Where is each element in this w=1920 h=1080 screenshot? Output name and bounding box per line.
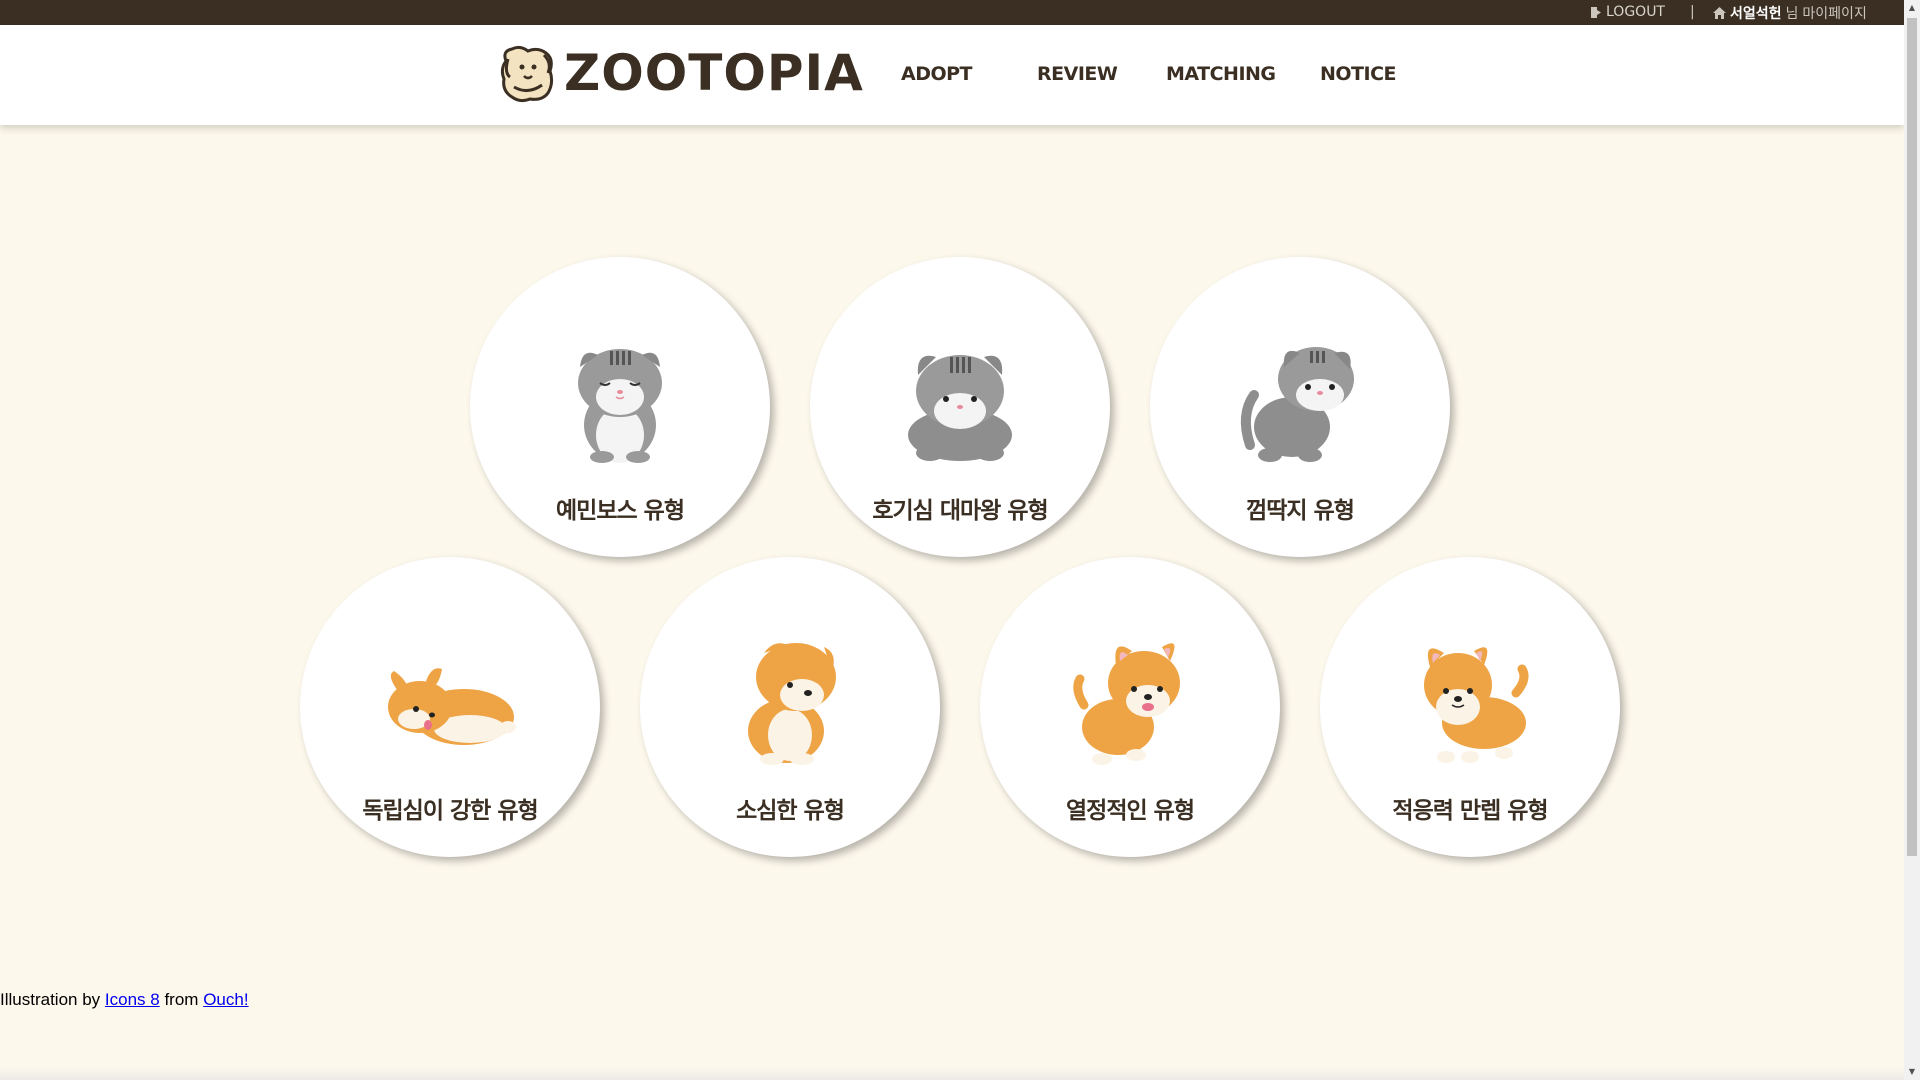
username: 서얼석헌 xyxy=(1730,6,1782,22)
type-card-sensitive-boss[interactable]: 예민보스 유형 xyxy=(470,257,770,557)
type-label: 껌딱지 유형 xyxy=(1246,498,1355,524)
logout-icon xyxy=(1591,6,1601,18)
logo[interactable]: ZOOTOPIA xyxy=(498,43,864,103)
type-card-timid[interactable]: 소심한 유형 xyxy=(640,557,940,857)
corgi-sitting-shy-icon xyxy=(748,643,836,765)
icons8-link[interactable]: Icons 8 xyxy=(105,990,160,1009)
page-bottom-edge xyxy=(0,1066,1904,1080)
credit-middle: from xyxy=(164,990,199,1009)
home-icon xyxy=(1713,7,1726,19)
type-label: 소심한 유형 xyxy=(736,798,845,824)
gray-cat-crouching-icon xyxy=(908,355,1012,461)
main-header: ZOOTOPIA ADOPT REVIEW MATCHING NOTICE xyxy=(0,25,1904,125)
scroll-up-arrow-icon[interactable]: ▲ xyxy=(1904,0,1920,16)
type-label: 예민보스 유형 xyxy=(556,498,685,524)
gray-cat-sitting-icon xyxy=(578,349,662,463)
scroll-thumb[interactable] xyxy=(1907,18,1917,856)
nav-notice[interactable]: NOTICE xyxy=(1320,63,1397,85)
nav-matching[interactable]: MATCHING xyxy=(1166,63,1276,85)
type-card-adaptable[interactable]: 적응력 만렙 유형 xyxy=(1320,557,1620,857)
honorific: 님 xyxy=(1785,6,1799,22)
nav-adopt[interactable]: ADOPT xyxy=(901,63,973,85)
logout-link[interactable]: LOGOUT xyxy=(1591,4,1665,20)
type-label: 호기심 대마왕 유형 xyxy=(872,498,1048,524)
type-label: 열정적인 유형 xyxy=(1066,798,1195,824)
mypage-label: 마이페이지 xyxy=(1802,6,1867,22)
logout-label: LOGOUT xyxy=(1606,4,1665,20)
corgi-lying-icon xyxy=(388,668,516,745)
type-card-passionate[interactable]: 열정적인 유형 xyxy=(980,557,1280,857)
nav-review[interactable]: REVIEW xyxy=(1037,63,1118,85)
topbar-separator: | xyxy=(1690,4,1695,20)
scroll-down-arrow-icon[interactable]: ▼ xyxy=(1904,1064,1920,1080)
logo-text: ZOOTOPIA xyxy=(564,44,864,102)
type-card-curious-king[interactable]: 호기심 대마왕 유형 xyxy=(810,257,1110,557)
illustration-credit: Illustration by Icons 8 from Ouch! xyxy=(0,990,249,1010)
mypage-link[interactable]: 서얼석헌 님 마이페이지 xyxy=(1713,3,1867,23)
type-label: 독립심이 강한 유형 xyxy=(362,798,538,824)
dog-cat-logo-icon xyxy=(500,45,554,103)
credit-prefix: Illustration by xyxy=(0,990,101,1009)
top-utility-bar: LOGOUT | 서얼석헌 님 마이페이지 xyxy=(0,0,1904,25)
corgi-standing-icon xyxy=(1424,647,1529,763)
corgi-jumping-icon xyxy=(1073,643,1180,765)
ouch-link[interactable]: Ouch! xyxy=(203,990,248,1009)
gray-cat-rolling-icon xyxy=(1240,347,1354,462)
vertical-scrollbar[interactable]: ▲ ▼ xyxy=(1904,0,1920,1080)
type-label: 적응력 만렙 유형 xyxy=(1392,798,1548,824)
type-card-clingy[interactable]: 껌딱지 유형 xyxy=(1150,257,1450,557)
type-card-independent[interactable]: 독립심이 강한 유형 xyxy=(300,557,600,857)
